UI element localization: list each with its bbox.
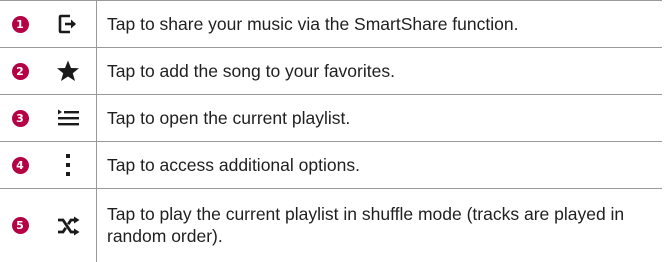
table-row: 2 Tap to add the song to your favorites. [0,48,668,94]
table-row: 4 Tap to access additional options. [0,142,668,188]
star-icon [40,48,96,94]
row-number-cell: 2 [0,48,40,94]
playlist-icon [40,95,96,141]
row-description: Tap to open the current playlist. [107,108,351,128]
table-row: 5 Tap to play the current playlist in sh… [0,189,668,262]
table-row: 1 Tap to share your music via the SmartS… [0,1,668,47]
row-number-cell: 1 [0,1,40,47]
shuffle-icon [40,189,96,262]
row-description: Tap to play the current playlist in shuf… [107,204,625,246]
row-number-badge: 5 [11,217,29,234]
row-description: Tap to access additional options. [107,155,360,175]
column-divider [96,0,97,262]
row-number-badge: 1 [11,15,29,33]
row-number-cell: 3 [0,95,40,141]
row-description: Tap to share your music via the SmartSha… [107,14,519,34]
share-exit-icon [40,1,96,47]
more-vertical-icon [40,142,96,188]
icon-description-table: 1 Tap to share your music via the SmartS… [0,0,668,262]
row-number-cell: 5 [0,189,40,262]
row-description: Tap to add the song to your favorites. [107,61,395,81]
table-row: 3 Tap to open the current playlist. [0,95,668,141]
row-number-badge: 2 [11,62,29,80]
row-number-badge: 3 [11,109,29,127]
row-number-cell: 4 [0,142,40,188]
row-number-badge: 4 [11,156,29,174]
